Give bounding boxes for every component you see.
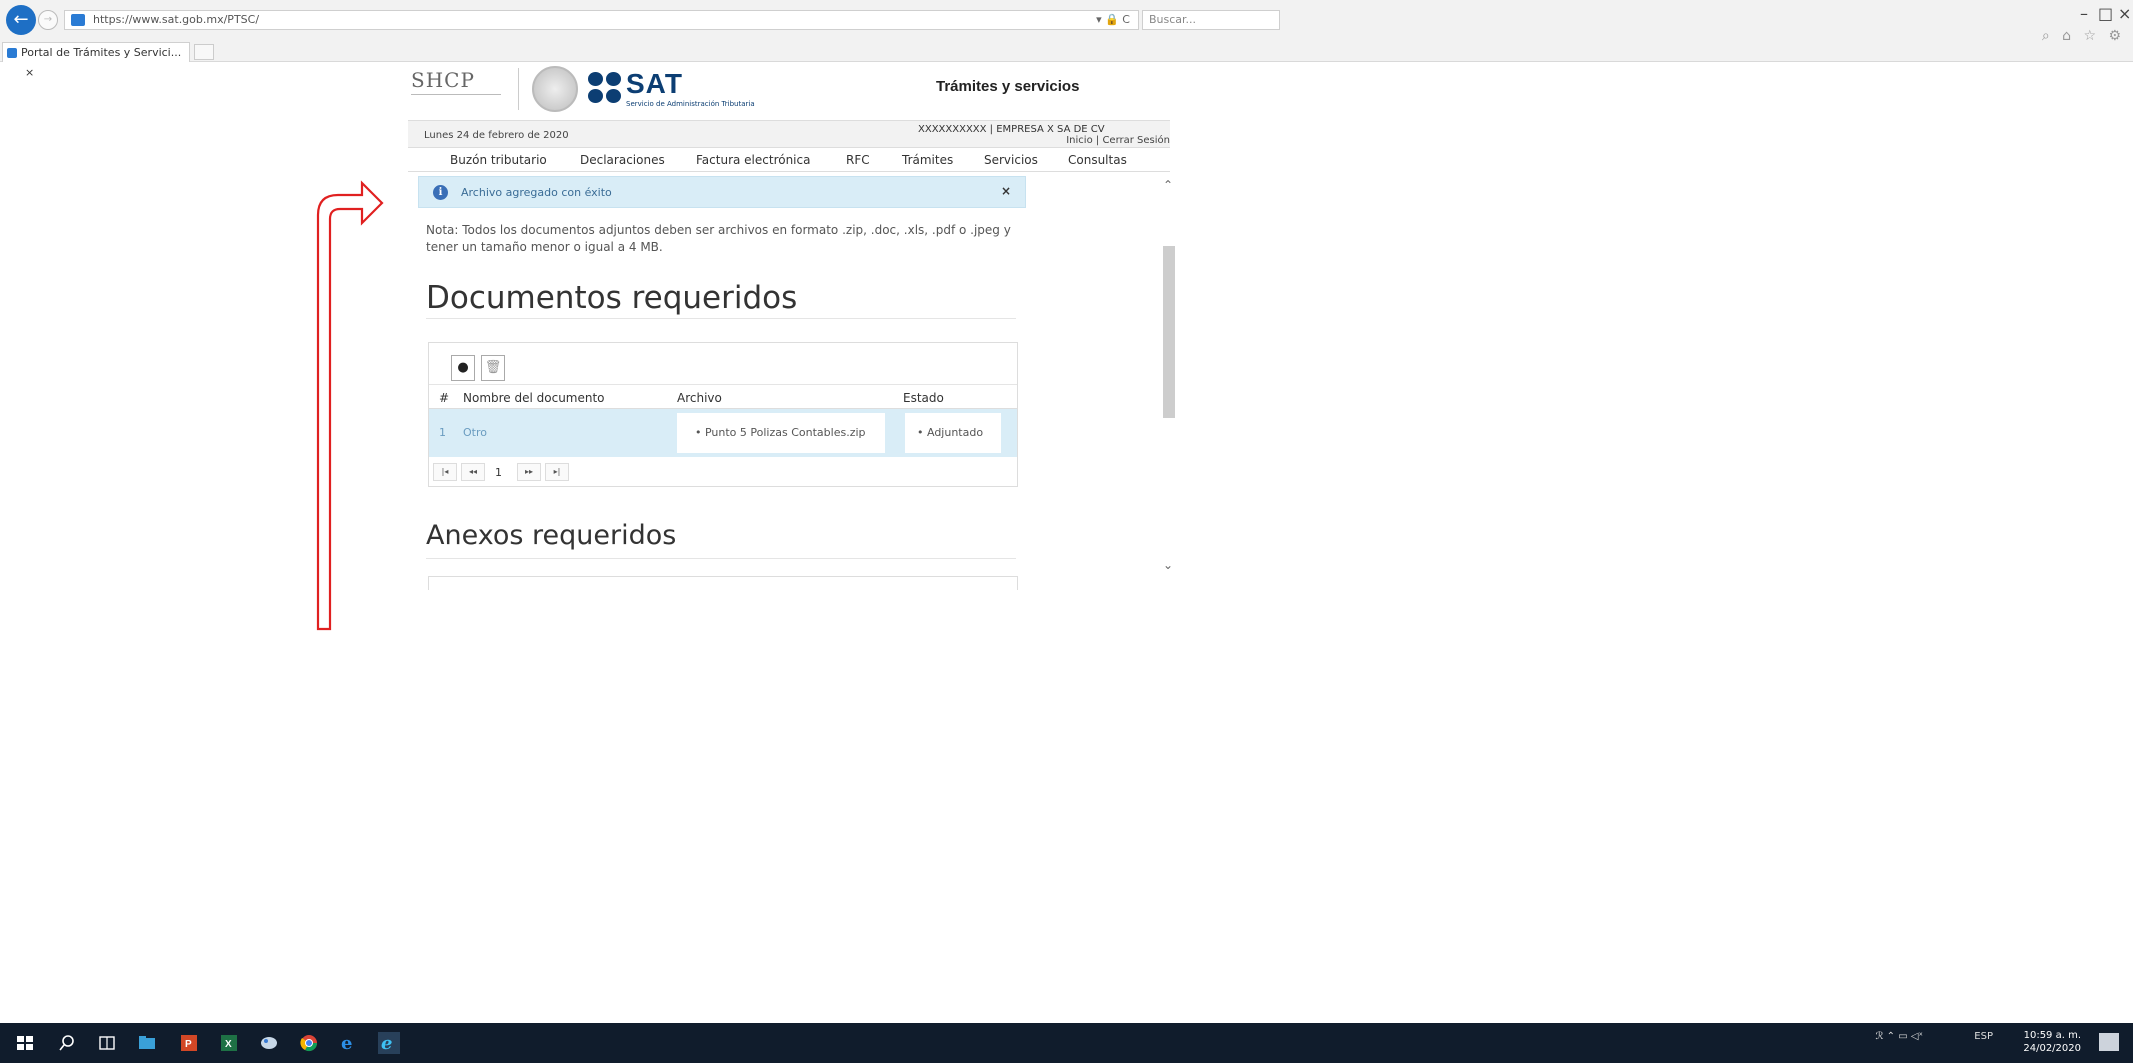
system-clock[interactable]: 10:59 a. m. 24/02/2020	[2023, 1029, 2081, 1055]
annotation-arrow-icon	[316, 180, 384, 631]
close-window-icon[interactable]: ×	[2118, 4, 2131, 23]
tab-favicon-icon	[7, 48, 17, 58]
col-document-name[interactable]: Nombre del documento	[463, 391, 605, 405]
session-separator: |	[1095, 135, 1100, 146]
internet-explorer-icon[interactable]: e	[378, 1032, 400, 1054]
col-number: #	[439, 391, 450, 405]
address-tools-icon[interactable]: ▾ 🔒 C	[1096, 11, 1130, 29]
edge-icon[interactable]: e	[338, 1032, 360, 1054]
minimize-icon[interactable]: –	[2080, 4, 2088, 23]
nav-tramites[interactable]: Trámites	[902, 153, 953, 167]
nav-consultas[interactable]: Consultas	[1068, 153, 1127, 167]
shcp-logo-rule	[411, 94, 501, 106]
anexos-grid	[428, 576, 1018, 590]
row-status: • Adjuntado	[905, 413, 1001, 453]
browser-search-input[interactable]: Buscar...	[1142, 10, 1280, 30]
current-date: Lunes 24 de febrero de 2020	[424, 130, 569, 141]
row-document-name: Otro	[463, 426, 487, 439]
page-section-title: Trámites y servicios	[936, 78, 1080, 95]
chrome-icon[interactable]	[298, 1032, 320, 1054]
pager-page-number: 1	[495, 466, 502, 479]
user-info-bar: Lunes 24 de febrero de 2020 XXXXXXXXXX |…	[408, 120, 1170, 148]
col-file[interactable]: Archivo	[677, 391, 722, 405]
col-status[interactable]: Estado	[903, 391, 944, 405]
nav-factura-electronica[interactable]: Factura electrónica	[696, 153, 810, 167]
nav-declaraciones[interactable]: Declaraciones	[580, 153, 665, 167]
content-pane: i Archivo agregado con éxito × Nota: Tod…	[408, 172, 1182, 590]
back-arrow-icon[interactable]: ←	[6, 5, 36, 35]
tab-close-icon[interactable]: ×	[25, 66, 34, 79]
pager-prev-button[interactable]: ◂◂	[461, 463, 485, 481]
session-links: Inicio | Cerrar Sesión	[1066, 135, 1170, 146]
delete-document-button[interactable]: 🗑	[481, 355, 505, 381]
notifications-icon[interactable]	[2099, 1033, 2119, 1051]
row-number: 1	[439, 426, 446, 439]
grid-toolbar: ● 🗑	[429, 343, 1017, 385]
svg-text:X: X	[225, 1039, 232, 1050]
task-view-icon[interactable]	[96, 1032, 118, 1054]
documents-grid: ● 🗑 # Nombre del documento Archivo Estad…	[428, 342, 1018, 487]
sat-dots-icon	[588, 72, 624, 104]
site-favicon-icon	[71, 14, 85, 26]
svg-text:P: P	[185, 1039, 192, 1050]
windows-taskbar: P X e e ℛ ⌃ ▭ ◁ˣ ESP 10:59 a. m. 24/02/2…	[0, 1023, 2133, 1063]
documentos-heading: Documentos requeridos	[426, 280, 798, 316]
table-row[interactable]: 1 Otro • Punto 5 Polizas Contables.zip •…	[429, 409, 1017, 457]
scroll-thumb[interactable]	[1163, 246, 1175, 418]
browser-tab[interactable]: Portal de Trámites y Servici... ×	[2, 42, 190, 79]
shcp-logo: SHCP	[411, 68, 475, 92]
nav-rfc[interactable]: RFC	[846, 153, 870, 167]
alert-message: Archivo agregado con éxito	[461, 186, 612, 199]
address-bar[interactable]: https://www.sat.gob.mx/PTSC/ ▾ 🔒 C	[64, 10, 1139, 30]
pager-first-button[interactable]: |◂	[433, 463, 457, 481]
search-icon[interactable]	[56, 1032, 78, 1054]
sat-logo: SAT	[626, 68, 683, 99]
heading-rule	[426, 318, 1016, 319]
anexos-heading: Anexos requeridos	[426, 520, 677, 551]
windows-start-icon[interactable]	[14, 1032, 36, 1054]
forward-arrow-icon[interactable]: →	[38, 10, 58, 30]
success-alert: i Archivo agregado con éxito ×	[418, 176, 1026, 208]
excel-icon[interactable]: X	[218, 1032, 240, 1054]
tray-icons[interactable]: ℛ ⌃ ▭ ◁ˣ	[1876, 1031, 1923, 1042]
clock-date: 24/02/2020	[2023, 1043, 2081, 1054]
header-divider	[518, 68, 519, 110]
browser-tools-icons[interactable]: ⌕ ⌂ ☆ ⚙	[2042, 28, 2125, 44]
file-explorer-icon[interactable]	[136, 1032, 158, 1054]
inicio-link[interactable]: Inicio	[1066, 135, 1092, 146]
language-indicator[interactable]: ESP	[1974, 1031, 1993, 1042]
maximize-icon[interactable]: □	[2098, 4, 2113, 23]
mexico-seal-icon	[532, 66, 578, 112]
nav-buzon-tributario[interactable]: Buzón tributario	[450, 153, 547, 167]
main-nav: Buzón tributario Declaraciones Factura e…	[408, 148, 1170, 172]
row-file[interactable]: • Punto 5 Polizas Contables.zip	[677, 413, 885, 453]
alert-close-icon[interactable]: ×	[1001, 184, 1011, 198]
svg-text:e: e	[341, 1033, 352, 1054]
add-document-button[interactable]: ●	[451, 355, 475, 381]
powerpoint-icon[interactable]: P	[178, 1032, 200, 1054]
sat-header: SHCP SAT Servicio de Administración Trib…	[408, 62, 1170, 120]
pager-next-button[interactable]: ▸▸	[517, 463, 541, 481]
heading-rule	[426, 558, 1016, 559]
new-tab-button[interactable]	[194, 44, 214, 60]
sat-logo-subtitle: Servicio de Administración Tributaria	[626, 100, 755, 108]
paint-icon[interactable]	[258, 1032, 280, 1054]
nav-servicios[interactable]: Servicios	[984, 153, 1038, 167]
tab-title: Portal de Trámites y Servici...	[21, 46, 182, 59]
attachment-note: Nota: Todos los documentos adjuntos debe…	[426, 223, 1011, 254]
browser-chrome: ← → https://www.sat.gob.mx/PTSC/ ▾ 🔒 C B…	[0, 0, 2133, 79]
svg-text:e: e	[381, 1033, 392, 1054]
scroll-up-icon[interactable]: ⌃	[1163, 178, 1173, 192]
info-icon: i	[433, 185, 448, 200]
pager-last-button[interactable]: ▸|	[545, 463, 569, 481]
cerrar-sesion-link[interactable]: Cerrar Sesión	[1102, 135, 1170, 146]
clock-time: 10:59 a. m.	[2023, 1030, 2081, 1041]
scroll-down-icon[interactable]: ⌄	[1163, 558, 1173, 572]
taxpayer-company: XXXXXXXXXX | EMPRESA X SA DE CV	[918, 124, 1105, 135]
grid-header: # Nombre del documento Archivo Estado	[429, 387, 1017, 409]
address-url: https://www.sat.gob.mx/PTSC/	[93, 13, 260, 26]
content-scrollbar[interactable]: ⌃ ⌄	[1160, 172, 1178, 590]
